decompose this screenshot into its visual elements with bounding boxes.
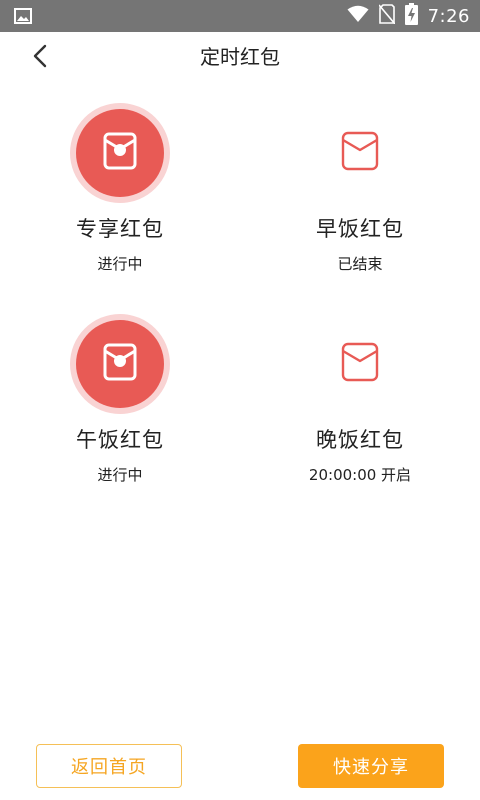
red-packet-name: 专享红包: [76, 217, 164, 241]
red-packet-icon: [341, 131, 379, 175]
red-packet-name: 午饭红包: [76, 428, 164, 452]
nav-bar: 定时红包: [0, 32, 480, 82]
red-packet-item-breakfast[interactable]: 早饭红包 已结束: [240, 95, 480, 305]
no-sim-icon: [377, 4, 396, 28]
active-halo: [70, 314, 170, 414]
red-packet-open-icon: [103, 343, 137, 385]
red-packet-item-dinner[interactable]: 晚饭红包 20:00:00 开启: [240, 306, 480, 516]
active-circle: [76, 109, 164, 197]
red-packet-status: 进行中: [97, 466, 143, 484]
red-packet-status: 已结束: [337, 255, 383, 273]
red-packet-item-exclusive[interactable]: 专享红包 进行中: [0, 95, 240, 305]
red-packet-name: 早饭红包: [316, 217, 404, 241]
wifi-icon: [347, 5, 369, 27]
return-home-button[interactable]: 返回首页: [36, 744, 182, 788]
quick-share-button[interactable]: 快速分享: [298, 744, 444, 788]
back-button[interactable]: [22, 40, 58, 76]
chevron-left-icon: [32, 44, 48, 72]
red-packet-status: 进行中: [97, 255, 143, 273]
red-packet-icon: [341, 342, 379, 386]
red-packet-name: 晚饭红包: [316, 428, 404, 452]
active-halo: [70, 103, 170, 203]
active-circle: [76, 320, 164, 408]
status-time: 7:26: [427, 5, 470, 27]
image-icon: [14, 8, 32, 24]
red-packet-status: 20:00:00 开启: [308, 466, 412, 484]
page-title: 定时红包: [200, 45, 280, 69]
battery-charging-icon: [404, 3, 418, 29]
red-packet-item-lunch[interactable]: 午饭红包 进行中: [0, 306, 240, 516]
status-bar: 7:26: [0, 0, 480, 32]
red-packet-open-icon: [103, 132, 137, 174]
